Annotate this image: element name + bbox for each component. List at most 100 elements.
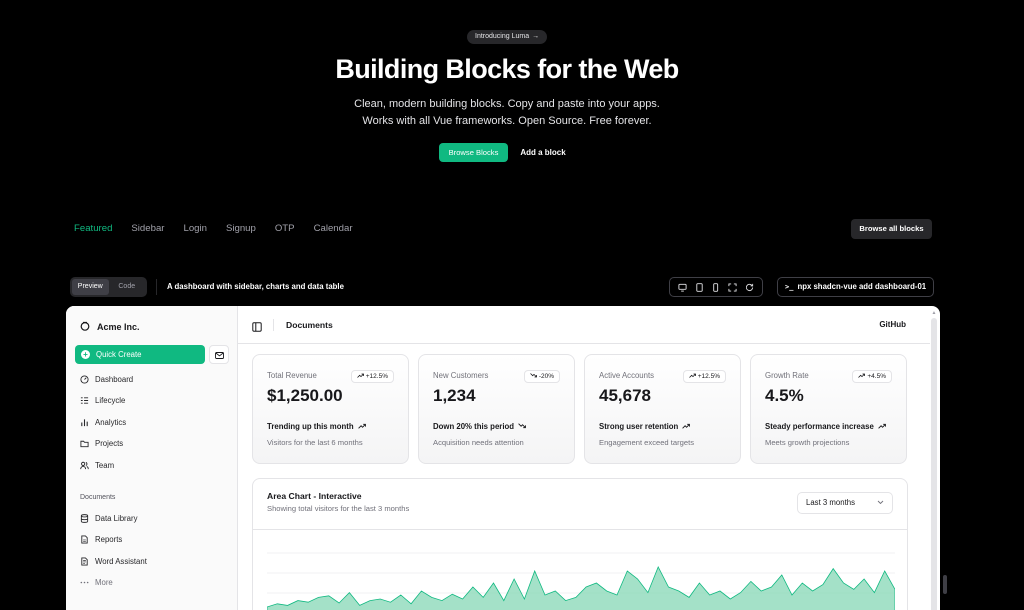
quick-create-button[interactable]: + Quick Create — [75, 345, 205, 364]
tab-login[interactable]: Login — [183, 223, 206, 234]
tab-calendar[interactable]: Calendar — [314, 223, 353, 234]
category-tabs: Featured Sidebar Login Signup OTP Calend… — [74, 223, 353, 234]
add-block-button[interactable]: Add a block — [514, 143, 572, 162]
metric-footnote: Acquisition needs attention — [433, 438, 524, 447]
area-chart-card: Area Chart - Interactive Showing total v… — [252, 478, 908, 610]
trending-down-icon — [530, 371, 537, 382]
more-icon — [80, 578, 89, 587]
metric-value: 4.5% — [765, 386, 804, 405]
sidebar-item-label: Reports — [95, 534, 123, 544]
list-icon — [80, 396, 89, 405]
install-command-button[interactable]: >_ npx shadcn-vue add dashboard-01 — [777, 277, 934, 297]
terminal-icon: >_ — [785, 283, 794, 291]
metric-card-revenue: Total Revenue +12.5% $1,250.00 Trending … — [252, 354, 409, 464]
metric-trend-text: Trending up this month — [267, 422, 354, 431]
toolbar-divider — [156, 279, 157, 295]
trending-down-icon — [518, 422, 526, 431]
sidebar-item-analytics[interactable]: Analytics — [80, 416, 126, 428]
metric-card-customers: New Customers -20% 1,234 Down 20% this p… — [418, 354, 575, 464]
trend-badge: +4.5% — [852, 370, 892, 383]
chart-subtitle: Showing total visitors for the last 3 mo… — [267, 504, 410, 513]
trending-up-icon — [858, 371, 866, 382]
page-title: Documents — [286, 320, 333, 330]
metric-value: $1,250.00 — [267, 386, 343, 405]
tab-signup[interactable]: Signup — [226, 223, 256, 234]
chevron-down-icon — [877, 493, 884, 513]
trend-badge: +12.5% — [682, 370, 726, 383]
brand[interactable]: Acme Inc. — [80, 321, 140, 333]
preview-code-toggle: Preview Code — [70, 277, 147, 297]
hero-title: Building Blocks for the Web — [335, 54, 679, 84]
trend-value: -20% — [538, 373, 554, 380]
sidebar-item-dashboard[interactable]: Dashboard — [80, 373, 133, 385]
time-range-select[interactable]: Last 3 months — [797, 492, 893, 514]
hero-subtitle: Clean, modern building blocks. Copy and … — [0, 96, 1014, 130]
sidebar: Acme Inc. + Quick Create Dashboard Lifec… — [66, 306, 238, 610]
metric-value: 45,678 — [599, 386, 651, 405]
time-range-value: Last 3 months — [806, 498, 855, 507]
trending-up-icon — [878, 422, 886, 431]
sidebar-item-reports[interactable]: Reports — [80, 533, 122, 545]
metric-trend-text: Strong user retention — [599, 422, 679, 431]
sidebar-item-lifecycle[interactable]: Lifecycle — [80, 394, 125, 406]
tab-sidebar[interactable]: Sidebar — [131, 223, 164, 234]
gauge-icon — [80, 374, 89, 384]
tab-featured[interactable]: Featured — [74, 223, 112, 234]
sidebar-item-word-assistant[interactable]: Word Assistant — [80, 555, 147, 567]
hero-subtitle-line-2: Works with all Vue frameworks. Open Sour… — [362, 115, 652, 127]
metric-label: Active Accounts — [599, 371, 655, 380]
trending-up-icon — [356, 371, 364, 382]
mail-icon — [214, 346, 224, 364]
folder-icon — [80, 439, 89, 448]
topbar-divider — [273, 319, 274, 331]
quick-create-label: Quick Create — [96, 350, 142, 359]
sidebar-toggle-icon[interactable] — [252, 319, 262, 337]
sidebar-item-more[interactable]: More — [80, 576, 113, 588]
announcement-label: Introducing Luma — [475, 33, 530, 40]
trending-up-icon — [688, 371, 696, 382]
metric-footnote: Meets growth projections — [765, 438, 850, 447]
metric-value: 1,234 — [433, 386, 476, 405]
preview-tab[interactable]: Preview — [72, 279, 109, 295]
metric-label: Total Revenue — [267, 371, 317, 380]
refresh-icon[interactable] — [744, 281, 756, 293]
scrollbar[interactable] — [931, 318, 937, 610]
trend-value: +12.5% — [697, 373, 720, 380]
sidebar-item-team[interactable]: Team — [80, 459, 114, 471]
sidebar-item-label: Analytics — [95, 417, 127, 427]
browse-blocks-button[interactable]: Browse Blocks — [439, 143, 508, 162]
fullscreen-icon[interactable] — [727, 281, 739, 293]
sidebar-item-label: Dashboard — [95, 374, 134, 384]
chart-title: Area Chart - Interactive — [267, 491, 362, 501]
scroll-up-icon[interactable]: ▲ — [931, 310, 937, 316]
file-text-icon — [80, 556, 89, 566]
phone-icon[interactable] — [710, 281, 722, 293]
sidebar-item-label: Data Library — [95, 513, 138, 523]
block-description: A dashboard with sidebar, charts and dat… — [167, 282, 344, 291]
announcement-pill[interactable]: Introducing Luma → — [467, 30, 548, 44]
arrow-right-icon: → — [532, 33, 540, 40]
metric-trend-line: Strong user retention — [599, 422, 691, 431]
metric-card-growth: Growth Rate +4.5% 4.5% Steady performanc… — [750, 354, 907, 464]
page-scrollbar-thumb[interactable] — [943, 575, 947, 594]
hero-subtitle-line-1: Clean, modern building blocks. Copy and … — [354, 98, 660, 110]
metric-trend-line: Down 20% this period — [433, 422, 526, 431]
inbox-button[interactable] — [209, 345, 229, 364]
browse-all-blocks-button[interactable]: Browse all blocks — [851, 219, 932, 239]
github-link[interactable]: GitHub — [879, 320, 906, 329]
metric-trend-text: Down 20% this period — [433, 422, 515, 431]
brand-name: Acme Inc. — [97, 322, 140, 332]
trending-up-icon — [682, 422, 691, 431]
monitor-icon[interactable] — [676, 281, 688, 293]
metric-label: New Customers — [433, 371, 489, 380]
code-tab[interactable]: Code — [109, 279, 146, 295]
chart-divider — [253, 529, 907, 530]
sidebar-item-projects[interactable]: Projects — [80, 437, 123, 449]
device-toggle-group — [669, 277, 763, 297]
sidebar-item-label: Lifecycle — [95, 395, 126, 405]
sidebar-item-data-library[interactable]: Data Library — [80, 512, 137, 524]
sidebar-item-label: Team — [95, 460, 115, 470]
trend-value: +12.5% — [365, 373, 388, 380]
tab-otp[interactable]: OTP — [275, 223, 295, 234]
tablet-icon[interactable] — [693, 281, 705, 293]
